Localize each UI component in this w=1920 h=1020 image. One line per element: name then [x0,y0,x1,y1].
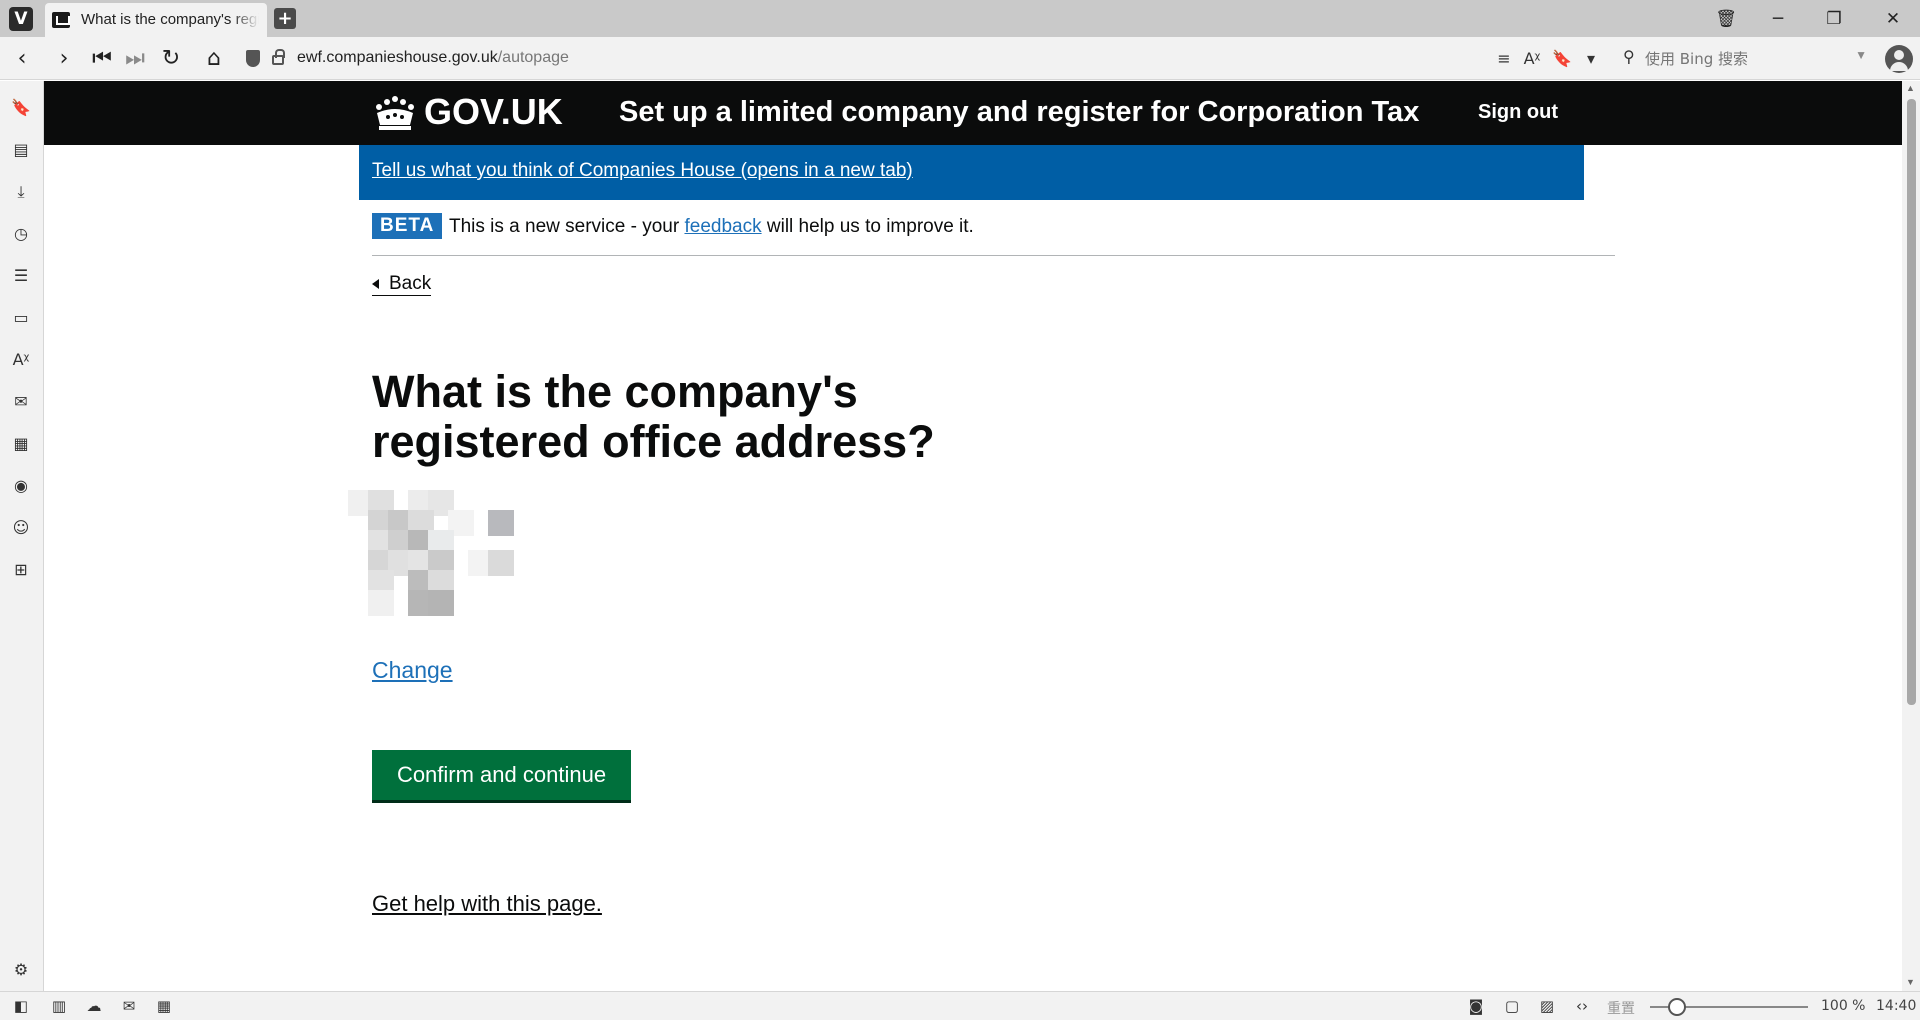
translate-icon[interactable]: Aᵡ [1519,46,1545,72]
lock-icon[interactable] [272,49,285,65]
beta-text-before: This is a new service - your [449,216,685,237]
minimize-button[interactable]: ─ [1758,6,1798,32]
beta-text: This is a new service - your feedback wi… [449,216,974,238]
page-actions-icon[interactable]: ‹› [1570,996,1594,1016]
beta-tag: BETA [372,213,443,239]
trash-icon[interactable]: 🗑 [1706,6,1746,32]
rewind-icon[interactable]: ⏮ [88,45,116,73]
page-title: What is the company's registered office … [372,366,935,467]
url-domain: ewf.companieshouse.gov.uk [297,49,498,66]
mail-icon[interactable]: ✉ [8,389,34,415]
search-engine-dropdown-icon[interactable]: ▼ [1855,48,1867,62]
window-panel-icon[interactable]: ▭ [8,305,34,331]
downloads-icon[interactable]: ⤓ [8,179,34,205]
feedback-link[interactable]: feedback [684,216,761,237]
forward-arrow-icon[interactable]: › [50,45,78,73]
home-icon[interactable]: ⌂ [200,45,228,73]
url-field[interactable]: ewf.companieshouse.gov.uk/autopage [297,49,569,67]
gov-favicon-icon [52,12,70,28]
reading-list-icon[interactable]: ▤ [8,137,34,163]
notes-icon[interactable]: ☰ [8,263,34,289]
contacts-icon[interactable]: ☺ [8,515,34,541]
side-panel: 🔖 ▤ ⤓ ◷ ☰ ▭ Aᵡ ✉ ▦ ◉ ☺ ⊞ ⚙ [0,81,44,991]
active-tab[interactable]: What is the company's registered office … [45,3,267,37]
page-scrollbar[interactable]: ▲ ▼ [1902,81,1920,991]
govuk-logo-text[interactable]: GOV.UK [424,91,563,133]
crown-logo-icon[interactable] [373,95,417,131]
clock: 14:40 [1876,998,1917,1014]
search-icon: ⚲ [1623,47,1635,66]
service-name[interactable]: Set up a limited company and register fo… [619,96,1419,129]
beta-text-after: will help us to improve it. [761,216,974,237]
address-bar: ‹ › ⏮ ⏭ ↻ ⌂ ewf.companieshouse.gov.uk/au… [0,37,1920,80]
feeds-icon[interactable]: ◉ [8,473,34,499]
history-icon[interactable]: ◷ [8,221,34,247]
vivaldi-menu-icon[interactable]: V [9,7,33,31]
translate-panel-icon[interactable]: Aᵡ [8,347,34,373]
scroll-up-icon[interactable]: ▲ [1906,83,1915,93]
reader-view-icon[interactable]: ≡ [1491,46,1517,72]
back-arrow-icon[interactable]: ‹ [8,45,36,73]
add-web-panel-icon[interactable]: ⊞ [8,557,34,583]
fast-forward-icon[interactable]: ⏭ [121,45,149,73]
tab-bar: V What is the company's registered offic… [0,0,1920,37]
settings-gear-icon[interactable]: ⚙ [8,957,34,983]
url-path: /autopage [497,49,569,66]
bookmark-icon[interactable]: 🔖 [1549,46,1575,72]
tab-tiling-icon[interactable]: ▥ [47,996,71,1016]
zoom-slider-handle[interactable] [1668,998,1686,1016]
calendar-icon[interactable]: ▦ [8,431,34,457]
change-address-link[interactable]: Change [372,657,453,684]
image-toggle-icon[interactable]: ▨ [1535,996,1559,1016]
capture-camera-icon[interactable]: ◙ [1464,996,1488,1016]
search-input[interactable] [1645,46,1835,71]
page-tiling-icon[interactable]: ▢ [1500,996,1524,1016]
search-box[interactable]: ⚲ ▼ [1617,43,1867,74]
close-window-button[interactable]: ✕ [1873,6,1913,32]
back-link[interactable]: Back [372,273,432,296]
bookmarks-panel-icon[interactable]: 🔖 [8,95,34,121]
zoom-level: 100 % [1821,998,1866,1014]
web-page: GOV.UK Set up a limited company and regi… [44,81,1902,991]
feedback-banner: Tell us what you think of Companies Hous… [359,145,1584,200]
scroll-down-icon[interactable]: ▼ [1906,977,1915,987]
zoom-reset-label[interactable]: 重置 [1607,998,1635,1018]
chevron-down-icon[interactable]: ▾ [1578,46,1604,72]
status-calendar-icon[interactable]: ▦ [152,996,176,1016]
status-mail-icon[interactable]: ✉ [117,996,141,1016]
scroll-thumb[interactable] [1907,99,1916,705]
reload-icon[interactable]: ↻ [157,45,185,73]
get-help-link[interactable]: Get help with this page. [372,891,602,917]
status-bar: ◧ ▥ ☁ ✉ ▦ ◙ ▢ ▨ ‹› 重置 100 % 14:40 [0,991,1920,1020]
sync-cloud-icon[interactable]: ☁ [82,996,106,1016]
restore-button[interactable]: ❐ [1814,6,1854,32]
sign-out-link[interactable]: Sign out [1478,101,1558,124]
shield-icon[interactable] [246,50,260,67]
govuk-header: GOV.UK Set up a limited company and regi… [44,81,1902,145]
feedback-survey-link[interactable]: Tell us what you think of Companies Hous… [372,160,913,182]
beta-banner: BETA This is a new service - your feedba… [372,213,1615,256]
panel-toggle-icon[interactable]: ◧ [9,996,33,1016]
redacted-address [348,490,548,650]
profile-avatar[interactable] [1885,45,1913,73]
new-tab-button[interactable]: + [274,8,296,29]
tab-title: What is the company's registered office … [81,11,259,28]
confirm-and-continue-button[interactable]: Confirm and continue [372,750,631,800]
